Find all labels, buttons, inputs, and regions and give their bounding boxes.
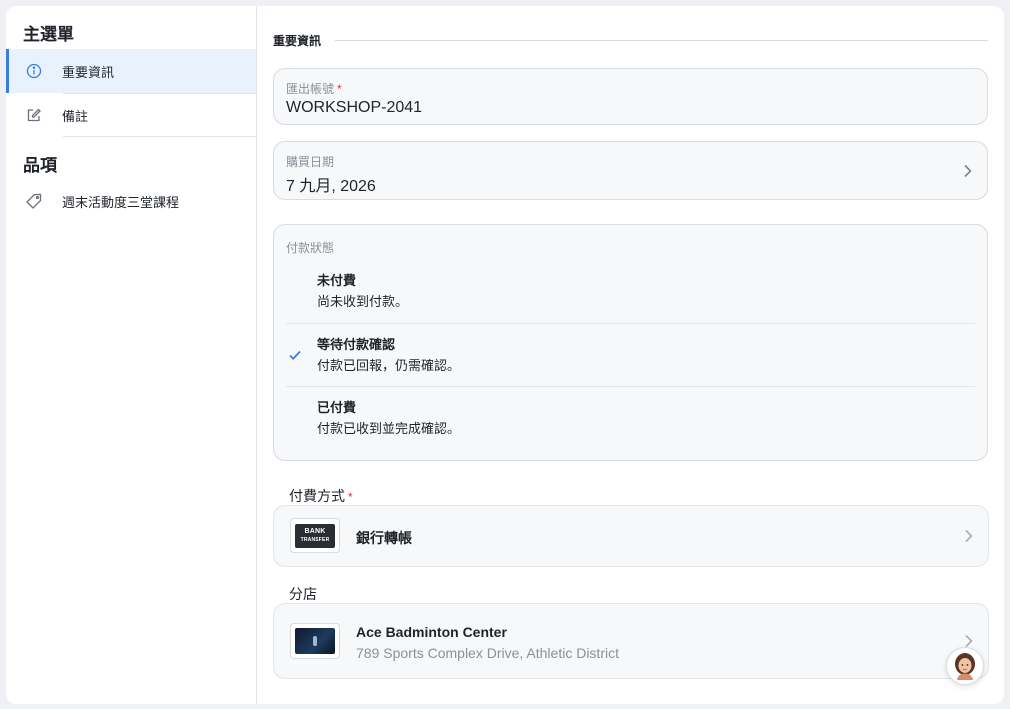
assistant-avatar-button[interactable] bbox=[946, 647, 984, 685]
payment-status-option-pending[interactable]: 等待付款確認 付款已回報，仍需確認。 bbox=[286, 323, 975, 386]
payment-status-option-unpaid[interactable]: 未付費 尚未收到付款。 bbox=[286, 260, 975, 323]
account-field[interactable]: 匯出帳號 * WORKSHOP-2041 bbox=[273, 68, 988, 125]
avatar-icon bbox=[955, 653, 975, 680]
tag-icon bbox=[25, 192, 43, 210]
payment-status-group: 付款狀態 未付費 尚未收到付款。 等待付款確認 付款已回報，仍需確認。 已付費 … bbox=[273, 224, 988, 461]
option-title: 已付費 bbox=[317, 400, 357, 415]
branch-address: 789 Sports Complex Drive, Athletic Distr… bbox=[356, 645, 619, 661]
branch-image bbox=[290, 623, 340, 659]
sidebar-item-label: 備註 bbox=[62, 108, 89, 124]
payment-method-select[interactable]: BANK TRANSFER 銀行轉帳 bbox=[273, 505, 989, 567]
account-label: 匯出帳號 * bbox=[286, 82, 342, 96]
option-desc: 付款已收到並完成確認。 bbox=[317, 421, 461, 436]
purchase-date-value: 7 九月, 2026 bbox=[286, 178, 376, 195]
main-panel: 重要資訊 匯出帳號 * WORKSHOP-2041 購買日期 7 九月, 2026… bbox=[257, 6, 1004, 704]
info-icon bbox=[25, 62, 43, 80]
chevron-right-icon bbox=[964, 164, 972, 177]
required-mark: * bbox=[337, 82, 342, 96]
payment-method-label: 付費方式 * bbox=[289, 488, 353, 504]
payment-status-label: 付款狀態 bbox=[286, 241, 335, 255]
option-desc: 付款已回報，仍需確認。 bbox=[317, 358, 461, 373]
divider bbox=[63, 136, 256, 137]
sidebar-item-notes[interactable]: 備註 bbox=[6, 93, 256, 137]
section-title: 重要資訊 bbox=[273, 34, 322, 48]
required-mark: * bbox=[348, 490, 353, 504]
purchase-date-field[interactable]: 購買日期 7 九月, 2026 bbox=[273, 141, 988, 200]
section-divider bbox=[335, 40, 988, 41]
bank-transfer-logo: BANK TRANSFER bbox=[290, 518, 340, 553]
sidebar-section-items: 品項 bbox=[23, 156, 57, 175]
option-desc: 尚未收到付款。 bbox=[317, 294, 409, 309]
branch-label: 分店 bbox=[289, 586, 317, 602]
checkmark-icon bbox=[289, 350, 301, 360]
purchase-date-label: 購買日期 bbox=[286, 155, 335, 169]
branch-name: Ace Badminton Center bbox=[356, 624, 507, 640]
sidebar-item-product[interactable]: 週末活動度三堂課程 bbox=[6, 179, 256, 223]
branch-select[interactable]: Ace Badminton Center 789 Sports Complex … bbox=[273, 603, 989, 679]
payment-method-value: 銀行轉帳 bbox=[356, 530, 412, 546]
edit-icon bbox=[25, 106, 43, 124]
payment-status-option-paid[interactable]: 已付費 付款已收到並完成確認。 bbox=[286, 386, 975, 449]
sidebar-item-important-info[interactable]: 重要資訊 bbox=[6, 49, 256, 93]
chevron-right-icon bbox=[965, 529, 973, 543]
sidebar-section-main: 主選單 bbox=[23, 25, 74, 44]
account-value[interactable]: WORKSHOP-2041 bbox=[286, 99, 422, 117]
option-title: 等待付款確認 bbox=[317, 337, 396, 352]
app-window: 主選單 重要資訊 備註 品項 週末活動度三堂課程 重要資訊 匯出帳號 * WOR… bbox=[6, 6, 1004, 704]
section-header: 重要資訊 bbox=[273, 32, 988, 49]
sidebar: 主選單 重要資訊 備註 品項 週末活動度三堂課程 bbox=[6, 6, 257, 704]
sidebar-item-label: 重要資訊 bbox=[62, 64, 115, 80]
sidebar-item-label: 週末活動度三堂課程 bbox=[62, 194, 180, 210]
option-title: 未付費 bbox=[317, 273, 357, 288]
